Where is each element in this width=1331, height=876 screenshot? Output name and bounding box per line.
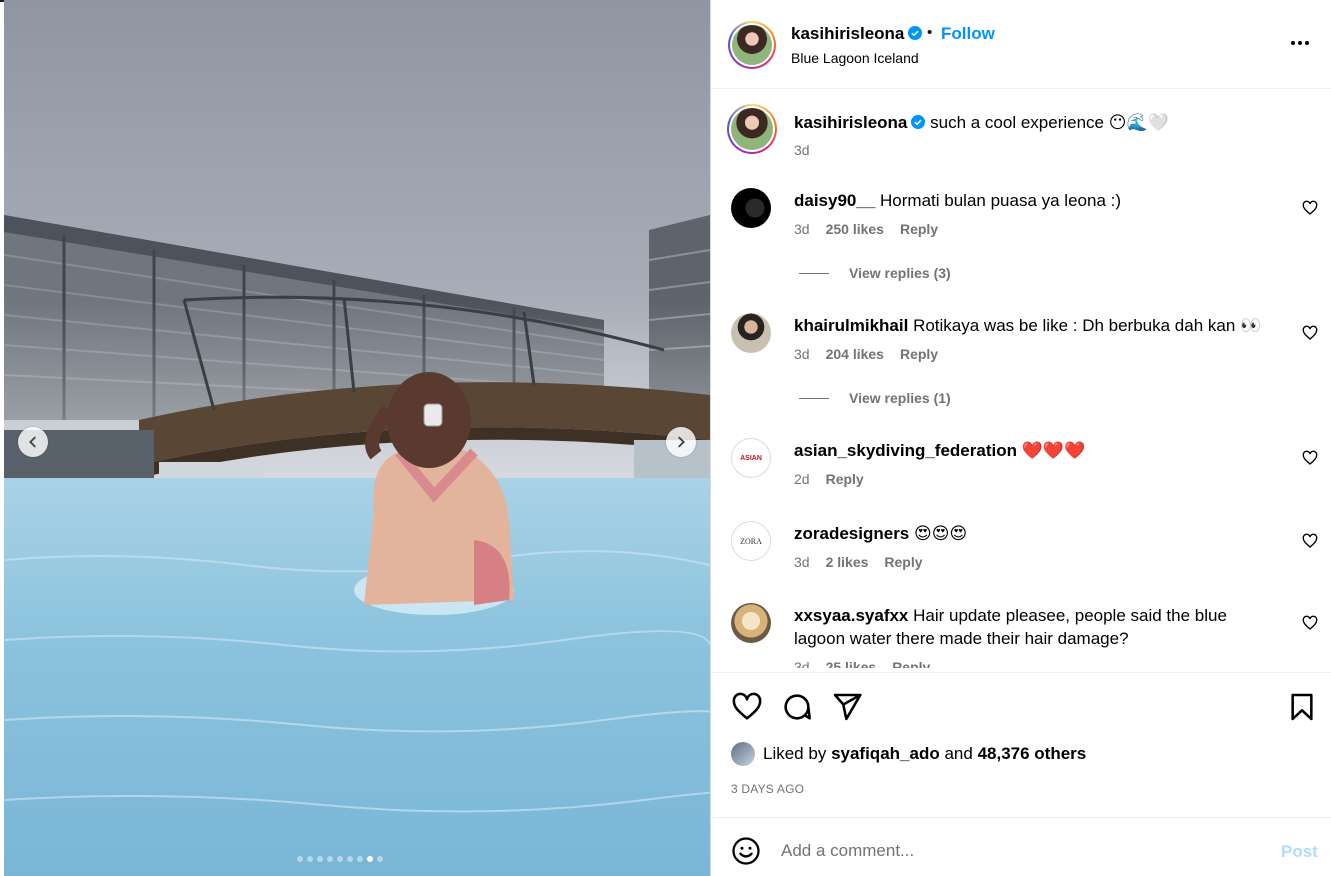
comment-icon[interactable]	[781, 691, 813, 723]
verified-badge-icon	[908, 26, 923, 40]
chevron-left-icon	[29, 436, 36, 448]
commenter-avatar[interactable]: ZORA	[731, 521, 771, 561]
carousel-dots	[297, 856, 383, 862]
post-comment-button[interactable]: Post	[1281, 842, 1318, 862]
caption-text: such a cool experience 😶🌊🤍	[930, 113, 1169, 132]
carousel-dot	[347, 856, 353, 862]
follow-button[interactable]: Follow	[941, 24, 995, 44]
comment-username[interactable]: daisy90__	[794, 191, 875, 210]
commenter-avatar[interactable]	[731, 603, 771, 643]
reply-button[interactable]: Reply	[892, 659, 930, 668]
liked-by-summary: Liked by syafiqah_ado and 48,376 others	[731, 742, 1086, 766]
comment-like-heart-icon[interactable]	[1302, 200, 1318, 216]
reply-button[interactable]: Reply	[900, 221, 938, 237]
carousel-next-button[interactable]	[666, 427, 696, 457]
comment-likes[interactable]: 25 likes	[826, 659, 877, 668]
post-timestamp: 3 DAYS AGO	[731, 782, 805, 796]
commenter-avatar[interactable]	[731, 313, 771, 353]
add-comment-bar: Post	[711, 817, 1331, 876]
comment-like-heart-icon[interactable]	[1302, 325, 1318, 341]
author-avatar[interactable]	[728, 21, 776, 69]
view-replies-button[interactable]: View replies (3)	[799, 265, 951, 281]
comment-username[interactable]: khairulmikhail	[794, 316, 908, 335]
comment-text: Rotikaya was be like : Dh berbuka dah ka…	[913, 316, 1262, 335]
more-options-icon[interactable]	[1291, 41, 1309, 45]
comment-text: 😍😍😍	[914, 524, 968, 543]
header-separator: •	[927, 24, 933, 41]
view-replies-button[interactable]: View replies (1)	[799, 390, 951, 406]
comment-like-heart-icon[interactable]	[1302, 615, 1318, 631]
post-details-panel: kasihirisleona • Follow Blue Lagoon Icel…	[710, 0, 1331, 876]
comment-username[interactable]: asian_skydiving_federation	[794, 441, 1017, 460]
comment-username[interactable]: zoradesigners	[794, 524, 909, 543]
commenter-avatar[interactable]	[731, 188, 771, 228]
post-header: kasihirisleona • Follow Blue Lagoon Icel…	[711, 0, 1331, 89]
heart-icon[interactable]	[731, 691, 763, 723]
carousel-dot	[337, 856, 343, 862]
comment-age: 3d	[794, 659, 810, 668]
caption-username[interactable]: kasihirisleona	[794, 113, 907, 132]
carousel-dot	[317, 856, 323, 862]
post-location[interactable]: Blue Lagoon Iceland	[791, 50, 919, 66]
liker-avatar[interactable]	[731, 742, 755, 766]
commenter-avatar[interactable]: ASIAN	[731, 438, 771, 478]
bookmark-icon[interactable]	[1286, 691, 1318, 723]
comment-likes[interactable]: 204 likes	[826, 346, 884, 362]
carousel-dot	[357, 856, 363, 862]
smile-icon[interactable]	[731, 836, 761, 866]
likes-count-link[interactable]: 48,376 others	[978, 744, 1087, 764]
comment-like-heart-icon[interactable]	[1302, 450, 1318, 466]
comment-age: 2d	[794, 471, 810, 487]
carousel-dot	[297, 856, 303, 862]
post-photo	[4, 0, 710, 876]
comment-age: 3d	[794, 346, 810, 362]
liker-username[interactable]: syafiqah_ado	[831, 744, 940, 764]
caption-avatar[interactable]	[727, 104, 777, 154]
reply-button[interactable]: Reply	[884, 554, 922, 570]
comment-text: ❤️❤️❤️	[1021, 441, 1086, 460]
send-icon[interactable]	[831, 691, 863, 723]
comment-likes[interactable]: 250 likes	[826, 221, 884, 237]
comment-username[interactable]: xxsyaa.syafxx	[794, 606, 908, 625]
reply-button[interactable]: Reply	[826, 471, 864, 487]
comments-list[interactable]: kasihirisleona such a cool experience 😶🌊…	[711, 90, 1331, 668]
comment-like-heart-icon[interactable]	[1302, 533, 1318, 549]
carousel-prev-button[interactable]	[18, 427, 48, 457]
post-actions-bar	[711, 672, 1331, 744]
comment-age: 3d	[794, 221, 810, 237]
verified-badge-icon	[911, 115, 926, 129]
carousel-dot	[367, 856, 373, 862]
add-comment-input[interactable]	[781, 838, 1241, 864]
comment-likes[interactable]: 2 likes	[826, 554, 869, 570]
author-username[interactable]: kasihirisleona	[791, 24, 923, 44]
comment-text: Hormati bulan puasa ya leona :)	[880, 191, 1122, 210]
chevron-right-icon	[678, 436, 685, 448]
lagoon-photo	[4, 0, 710, 876]
carousel-dot	[307, 856, 313, 862]
caption-age: 3d	[794, 142, 810, 158]
comment-age: 3d	[794, 554, 810, 570]
carousel-dot	[327, 856, 333, 862]
carousel-dot	[377, 856, 383, 862]
reply-button[interactable]: Reply	[900, 346, 938, 362]
